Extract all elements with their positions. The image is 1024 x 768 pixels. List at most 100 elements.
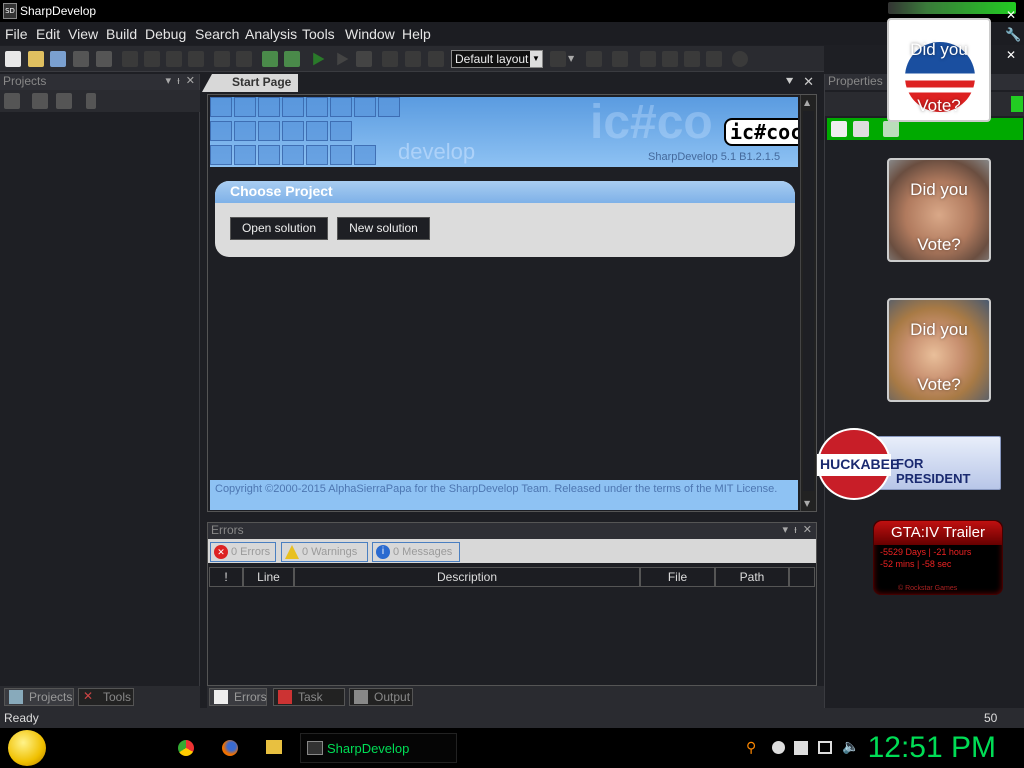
menu-tools[interactable]: Tools bbox=[302, 26, 335, 42]
tab-start-page[interactable]: Start Page bbox=[202, 74, 298, 92]
folder-icon[interactable] bbox=[266, 740, 282, 754]
tab-projects-label: Projects bbox=[29, 690, 73, 704]
run-icon[interactable] bbox=[313, 52, 325, 66]
open-folder-icon[interactable] bbox=[28, 51, 44, 67]
firefox-icon[interactable] bbox=[222, 740, 238, 756]
menu-search[interactable]: Search bbox=[195, 26, 239, 42]
filter-warnings-button[interactable]: 0 Warnings bbox=[281, 542, 368, 562]
scroll-up-icon[interactable]: ▲ bbox=[804, 98, 810, 107]
collapse-all-icon[interactable] bbox=[4, 93, 20, 109]
close-icon[interactable]: ✕ bbox=[1006, 48, 1016, 62]
filter-errors-button[interactable]: ✕ 0 Errors bbox=[210, 542, 276, 562]
dropdown-icon[interactable]: ▾ bbox=[783, 524, 789, 536]
comment-icon[interactable] bbox=[612, 51, 628, 67]
column-line[interactable]: Line bbox=[243, 567, 294, 587]
banner-decoration bbox=[234, 145, 256, 165]
open-project-icon[interactable] bbox=[50, 51, 66, 67]
search-icon[interactable]: ⚲ bbox=[746, 740, 756, 756]
rebuild-solution-icon[interactable] bbox=[284, 51, 300, 67]
volume-icon[interactable]: 🔈 bbox=[842, 739, 859, 755]
close-icon[interactable]: ✕ bbox=[1006, 8, 1016, 22]
menu-window[interactable]: Window bbox=[345, 26, 395, 42]
column-description[interactable]: Description bbox=[294, 567, 640, 587]
refresh-icon[interactable] bbox=[56, 93, 72, 109]
undo-icon[interactable] bbox=[214, 51, 230, 67]
taskbar-task-sharpdevelop[interactable]: SharpDevelop bbox=[300, 733, 457, 763]
chevron-down-icon[interactable]: ⯆ bbox=[784, 75, 794, 90]
new-solution-button[interactable]: New solution bbox=[337, 217, 430, 240]
close-icon[interactable]: ✕ bbox=[186, 75, 195, 87]
menu-edit[interactable]: Edit bbox=[36, 26, 60, 42]
column-file[interactable]: File bbox=[640, 567, 715, 587]
tab-errors[interactable]: Errors bbox=[209, 688, 267, 706]
menu-build[interactable]: Build bbox=[106, 26, 137, 42]
menu-analysis[interactable]: Analysis bbox=[245, 26, 297, 42]
redo-icon[interactable] bbox=[236, 51, 252, 67]
chrome-icon[interactable] bbox=[178, 740, 194, 756]
smiley-start-icon[interactable] bbox=[8, 730, 46, 766]
menu-file[interactable]: File bbox=[5, 26, 28, 42]
taskbar-clock[interactable]: 12:51 PM bbox=[868, 731, 996, 765]
find-icon[interactable] bbox=[732, 51, 748, 67]
gta-countdown-widget[interactable]: GTA:IV Trailer -5529 Days | -21 hours -5… bbox=[873, 520, 1003, 595]
huckabee-widget[interactable]: FOR PRESIDENT HUCKABEE bbox=[817, 428, 1003, 500]
toolbar: Default layout ▼ ▼ bbox=[0, 46, 824, 72]
run-without-debug-icon[interactable] bbox=[337, 52, 349, 66]
delete-icon[interactable] bbox=[188, 51, 204, 67]
menu-help[interactable]: Help bbox=[402, 26, 431, 42]
save-all-icon[interactable] bbox=[96, 51, 112, 67]
step-into-icon[interactable] bbox=[405, 51, 421, 67]
errors-panel: Errors ▾ ᵻ ✕ ✕ 0 Errors 0 Warnings i 0 M… bbox=[207, 522, 817, 686]
pin-icon[interactable]: ᵻ bbox=[177, 75, 179, 87]
wrench-icon[interactable]: 🔧 bbox=[1005, 28, 1021, 43]
bookmark-icon[interactable] bbox=[640, 51, 656, 67]
copy-icon[interactable] bbox=[144, 51, 160, 67]
next-bookmark-icon[interactable] bbox=[684, 51, 700, 67]
filter-messages-button[interactable]: i 0 Messages bbox=[372, 542, 460, 562]
cut-icon[interactable] bbox=[122, 51, 138, 67]
chevron-down-icon[interactable]: ▼ bbox=[568, 51, 578, 67]
network-icon[interactable] bbox=[818, 741, 832, 754]
sort-alpha-icon[interactable] bbox=[853, 121, 869, 137]
close-icon[interactable]: ✕ bbox=[803, 75, 814, 90]
clear-bookmarks-icon[interactable] bbox=[706, 51, 722, 67]
tab-projects[interactable]: Projects bbox=[4, 688, 74, 706]
errors-panel-header: Errors ▾ ᵻ ✕ bbox=[208, 523, 816, 539]
dropdown-icon[interactable]: ▾ bbox=[166, 75, 172, 87]
navigate-forward-icon[interactable] bbox=[586, 51, 602, 67]
categorized-icon[interactable] bbox=[831, 121, 847, 137]
tab-tools[interactable]: ✕ Tools bbox=[78, 688, 134, 706]
tab-task-list[interactable]: Task List bbox=[273, 688, 345, 720]
step-over-icon[interactable] bbox=[382, 51, 398, 67]
tab-output[interactable]: Output bbox=[349, 688, 413, 706]
layout-select[interactable]: Default layout ▼ bbox=[451, 50, 543, 68]
clinton-vote-widget[interactable]: Did you Vote? bbox=[887, 298, 991, 402]
scroll-down-icon[interactable]: ▼ bbox=[804, 499, 810, 508]
mccain-vote-widget[interactable]: Did you Vote? bbox=[887, 158, 991, 262]
menu-debug[interactable]: Debug bbox=[145, 26, 186, 42]
build-solution-icon[interactable] bbox=[262, 51, 278, 67]
stop-icon[interactable] bbox=[356, 51, 372, 67]
property-pages-icon[interactable] bbox=[883, 121, 899, 137]
column-path[interactable]: Path bbox=[715, 567, 789, 587]
prev-bookmark-icon[interactable] bbox=[662, 51, 678, 67]
new-file-icon[interactable] bbox=[5, 51, 21, 67]
vote-text-bottom: Vote? bbox=[917, 96, 961, 115]
action-center-icon[interactable] bbox=[794, 741, 808, 755]
navigate-back-icon[interactable] bbox=[550, 51, 566, 67]
vertical-scrollbar[interactable]: ▲ ▼ bbox=[800, 95, 816, 511]
menu-view[interactable]: View bbox=[68, 26, 98, 42]
save-icon[interactable] bbox=[73, 51, 89, 67]
column-severity[interactable]: ! bbox=[209, 567, 243, 587]
step-out-icon[interactable] bbox=[428, 51, 444, 67]
paste-icon[interactable] bbox=[166, 51, 182, 67]
show-all-files-icon[interactable] bbox=[32, 93, 48, 109]
chevron-down-icon bbox=[1011, 96, 1023, 112]
properties-icon[interactable] bbox=[86, 93, 96, 109]
obama-vote-widget[interactable]: Did you Vote? bbox=[887, 18, 991, 122]
open-solution-button[interactable]: Open solution bbox=[230, 217, 328, 240]
close-icon[interactable]: ✕ bbox=[803, 524, 812, 536]
pin-icon[interactable]: ᵻ bbox=[794, 524, 796, 536]
messenger-icon[interactable] bbox=[772, 741, 785, 754]
scrollbar-thumb[interactable] bbox=[803, 111, 814, 491]
